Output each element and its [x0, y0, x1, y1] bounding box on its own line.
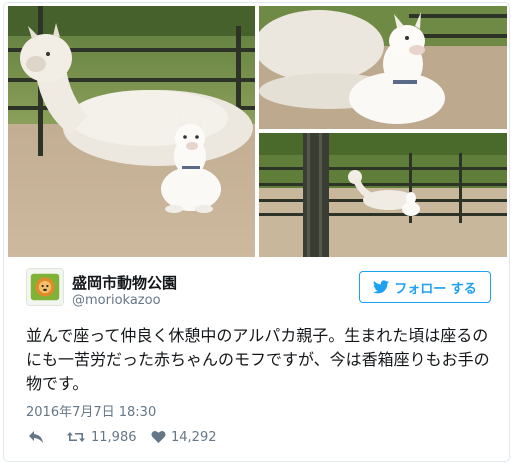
retweet-button[interactable]: 11,986: [66, 427, 137, 447]
screen-name[interactable]: @moriokazoo: [72, 293, 161, 308]
photo-wide-enclosure[interactable]: [259, 133, 507, 257]
timestamp[interactable]: 2016年7月7日 18:30: [26, 401, 156, 420]
tweet-text: 並んで座って仲良く休憩中のアルパカ親子。生まれた頃は座るのにも一苦労だった赤ちゃ…: [26, 326, 490, 393]
like-button[interactable]: 14,292: [151, 427, 217, 447]
photo-baby-closeup-image: [259, 6, 507, 129]
follow-button-label: フォロー する: [394, 281, 477, 297]
tweet-header: 盛岡市動物公園 @moriokazoo フォロー する: [26, 268, 491, 314]
avatar[interactable]: [26, 268, 64, 306]
follow-button[interactable]: フォロー する: [359, 271, 491, 303]
retweet-icon: [67, 432, 85, 442]
tweet-actions: 11,986 14,292: [26, 427, 326, 447]
display-name[interactable]: 盛岡市動物公園: [72, 272, 177, 293]
photo-baby-closeup[interactable]: [259, 6, 507, 129]
zoo-logo-icon: [27, 269, 63, 305]
reply-button[interactable]: [28, 427, 44, 447]
like-count: 14,292: [171, 429, 217, 445]
tweet-card: 盛岡市動物公園 @moriokazoo フォロー する 並んで座って仲良く休憩中…: [3, 2, 510, 462]
twitter-bird-icon: [373, 280, 390, 294]
photo-alpaca-pair-image: [8, 6, 255, 257]
reply-icon: [29, 431, 43, 443]
retweet-count: 11,986: [91, 429, 137, 445]
heart-icon: [151, 431, 166, 443]
photo-wide-enclosure-image: [259, 133, 507, 257]
photo-grid: [8, 6, 507, 257]
photo-alpaca-pair[interactable]: [8, 6, 255, 257]
